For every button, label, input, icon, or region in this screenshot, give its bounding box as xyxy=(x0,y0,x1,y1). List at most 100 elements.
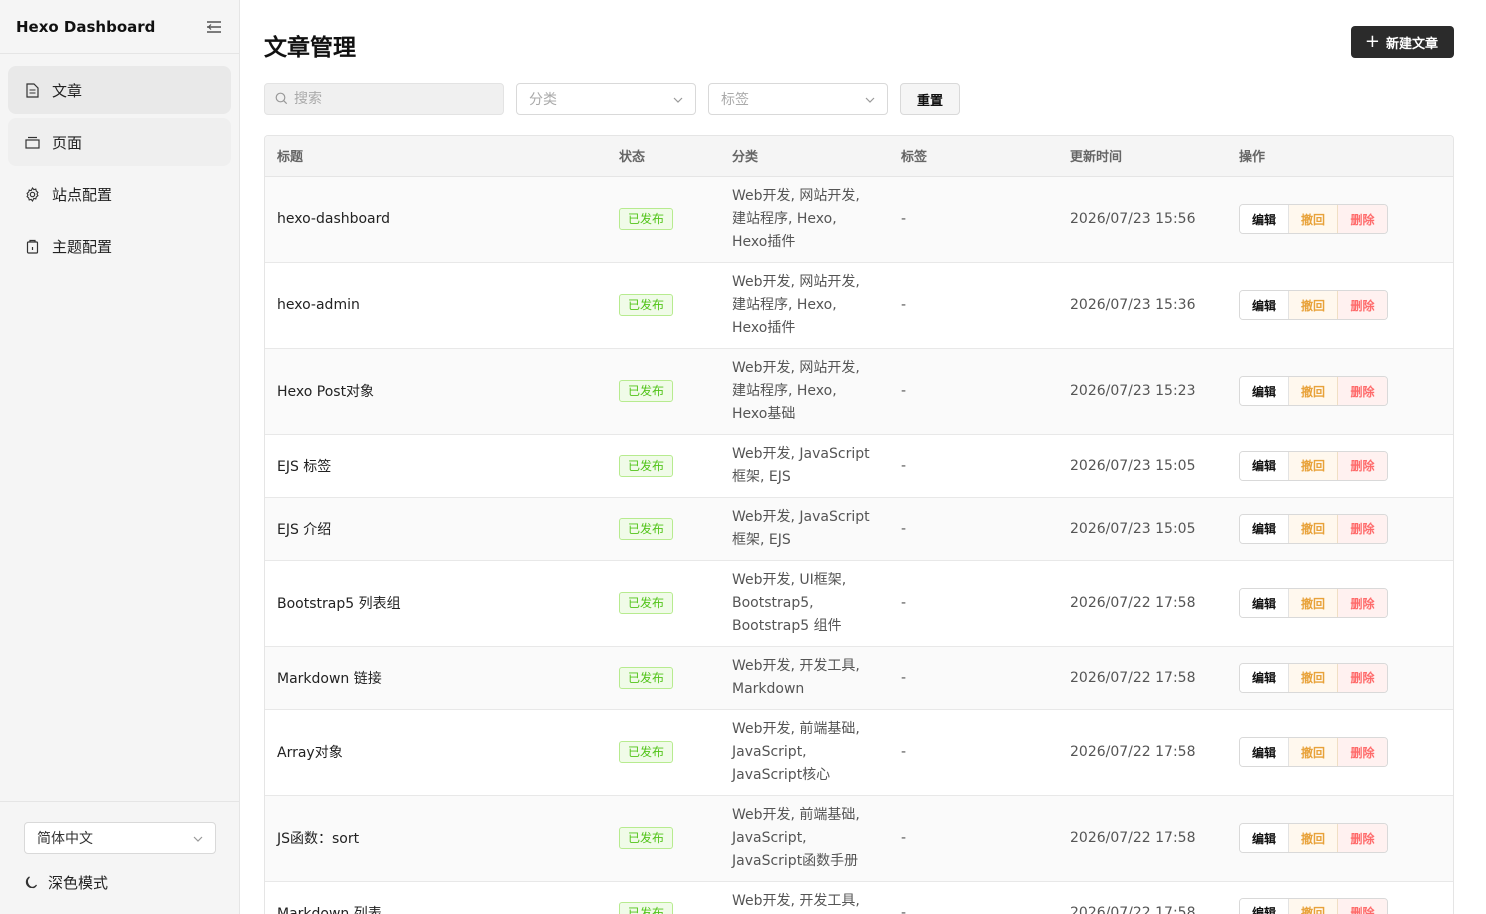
edit-button[interactable]: 编辑 xyxy=(1240,377,1289,405)
search-box xyxy=(264,83,504,115)
category-select[interactable]: 分类 xyxy=(516,83,696,115)
edit-button[interactable]: 编辑 xyxy=(1240,205,1289,233)
post-updated: 2026/07/22 17:58 xyxy=(1058,795,1227,882)
post-title: JS函数：sort xyxy=(265,795,607,882)
row-actions: 编辑 撤回 删除 xyxy=(1239,737,1388,767)
post-updated: 2026/07/22 17:58 xyxy=(1058,646,1227,710)
row-actions: 编辑 撤回 删除 xyxy=(1239,823,1388,853)
sidebar-item-posts[interactable]: 文章 xyxy=(8,66,231,114)
table-row[interactable]: Array对象 已发布 Web开发, 前端基础, JavaScript, JavaS… xyxy=(265,709,1453,796)
theme-icon xyxy=(24,238,40,254)
post-category: Web开发, 网站开发, 建站程序, Hexo, Hexo插件 xyxy=(720,262,889,349)
post-tags: - xyxy=(889,709,1058,796)
delete-button[interactable]: 删除 xyxy=(1338,205,1387,233)
table-row[interactable]: Hexo Post对象 已发布 Web开发, 网站开发, 建站程序, Hexo, H… xyxy=(265,348,1453,435)
sidebar-item-label: 站点配置 xyxy=(52,185,113,204)
post-title: hexo-dashboard xyxy=(265,176,607,263)
column-header-title: 标题 xyxy=(265,136,607,177)
revoke-button[interactable]: 撤回 xyxy=(1289,514,1338,543)
column-header-tags: 标签 xyxy=(889,136,1058,177)
revoke-button[interactable]: 撤回 xyxy=(1289,205,1338,233)
column-header-actions: 操作 xyxy=(1227,136,1453,177)
delete-button[interactable]: 删除 xyxy=(1338,451,1387,480)
new-post-button[interactable]: + 新建文章 xyxy=(1350,26,1454,58)
table-header-row: 标题 状态 分类 标签 更新时间 操作 xyxy=(265,136,1453,177)
edit-button[interactable]: 编辑 xyxy=(1240,589,1289,617)
row-actions: 编辑 撤回 删除 xyxy=(1239,376,1388,406)
edit-button[interactable]: 编辑 xyxy=(1240,738,1289,766)
menu-toggle-icon[interactable] xyxy=(205,18,223,36)
delete-button[interactable]: 删除 xyxy=(1338,738,1387,766)
edit-button[interactable]: 编辑 xyxy=(1240,824,1289,852)
tag-select[interactable]: 标签 xyxy=(708,83,888,115)
revoke-button[interactable]: 撤回 xyxy=(1289,589,1338,617)
reset-button[interactable]: 重置 xyxy=(900,83,960,115)
sidebar-item-label: 文章 xyxy=(52,81,83,100)
main-content: 文章管理 + 新建文章 分类 标签 重置 xyxy=(240,0,1486,914)
table-row[interactable]: JS函数：sort 已发布 Web开发, 前端基础, JavaScript, Jav… xyxy=(265,795,1453,882)
edit-button[interactable]: 编辑 xyxy=(1240,514,1289,543)
row-actions: 编辑 撤回 删除 xyxy=(1239,204,1388,234)
plus-icon: + xyxy=(1364,31,1380,52)
table-row[interactable]: hexo-dashboard 已发布 Web开发, 网站开发, 建站程序, Hexo… xyxy=(265,176,1453,263)
status-badge: 已发布 xyxy=(619,454,674,477)
scrollbar[interactable] xyxy=(1478,0,1486,914)
sidebar-header: Hexo Dashboard xyxy=(0,0,239,54)
table-row[interactable]: EJS 介绍 已发布 Web开发, JavaScript框架, EJS -2026/0… xyxy=(265,497,1453,561)
dark-mode-toggle[interactable]: 深色模式 xyxy=(24,872,215,893)
status-badge: 已发布 xyxy=(619,901,674,914)
revoke-button[interactable]: 撤回 xyxy=(1289,663,1338,692)
table-body: hexo-dashboard 已发布 Web开发, 网站开发, 建站程序, Hexo… xyxy=(265,176,1453,914)
language-select[interactable]: 简体中文 xyxy=(24,822,216,854)
sidebar-item-site-config[interactable]: 站点配置 xyxy=(8,170,231,218)
revoke-button[interactable]: 撤回 xyxy=(1289,824,1338,852)
category-placeholder: 分类 xyxy=(529,92,557,108)
post-category: Web开发, UI框架, Bootstrap5, Bootstrap5 组件 xyxy=(720,560,889,647)
table-row[interactable]: Markdown 列表已发布 Web开发, 开发工具, Markdown-2026… xyxy=(265,881,1453,914)
post-tags: - xyxy=(889,560,1058,647)
dark-mode-label: 深色模式 xyxy=(48,874,109,892)
post-title: hexo-admin xyxy=(265,262,607,349)
post-updated: 2026/07/22 17:58 xyxy=(1058,709,1227,796)
revoke-button[interactable]: 撤回 xyxy=(1289,291,1338,319)
revoke-button[interactable]: 撤回 xyxy=(1289,451,1338,480)
post-category: Web开发, 前端基础, JavaScript, JavaScript函数手册 xyxy=(720,795,889,882)
post-title: EJS 标签 xyxy=(265,434,607,498)
revoke-button[interactable]: 撤回 xyxy=(1289,898,1338,914)
table-row[interactable]: EJS 标签 已发布 Web开发, JavaScript框架, EJS -2026/0… xyxy=(265,434,1453,498)
delete-button[interactable]: 删除 xyxy=(1338,589,1387,617)
delete-button[interactable]: 删除 xyxy=(1338,377,1387,405)
edit-button[interactable]: 编辑 xyxy=(1240,451,1289,480)
table-row[interactable]: Bootstrap5 列表组 已发布 Web开发, UI框架, Bootstrap5… xyxy=(265,560,1453,647)
sidebar-item-label: 页面 xyxy=(52,133,83,152)
delete-button[interactable]: 删除 xyxy=(1338,514,1387,543)
chevron-down-icon xyxy=(865,91,875,107)
column-header-status: 状态 xyxy=(607,136,720,177)
delete-button[interactable]: 删除 xyxy=(1338,898,1387,914)
delete-button[interactable]: 删除 xyxy=(1338,824,1387,852)
status-badge: 已发布 xyxy=(619,208,674,230)
post-tags: - xyxy=(889,262,1058,349)
table-row[interactable]: Markdown 链接 已发布 Web开发, 开发工具, Markdown -2026… xyxy=(265,646,1453,710)
edit-button[interactable]: 编辑 xyxy=(1240,291,1289,319)
sidebar-item-theme-config[interactable]: 主题配置 xyxy=(8,222,231,270)
post-title: Markdown 列表 xyxy=(265,881,607,914)
edit-button[interactable]: 编辑 xyxy=(1240,898,1289,914)
moon-icon xyxy=(24,875,40,891)
search-input[interactable] xyxy=(294,91,484,107)
tag-placeholder: 标签 xyxy=(721,92,749,108)
search-icon xyxy=(275,90,288,109)
posts-table: 标题 状态 分类 标签 更新时间 操作 hexo-dashboard 已发布 Web… xyxy=(264,135,1454,914)
table-row[interactable]: hexo-admin 已发布 Web开发, 网站开发, 建站程序, Hexo, He… xyxy=(265,262,1453,349)
delete-button[interactable]: 删除 xyxy=(1338,291,1387,319)
revoke-button[interactable]: 撤回 xyxy=(1289,738,1338,766)
new-post-label: 新建文章 xyxy=(1385,36,1438,52)
language-value: 简体中文 xyxy=(37,831,93,847)
row-actions: 编辑 撤回 删除 xyxy=(1239,513,1388,544)
delete-button[interactable]: 删除 xyxy=(1338,663,1387,692)
revoke-button[interactable]: 撤回 xyxy=(1289,377,1338,405)
post-category: Web开发, 网站开发, 建站程序, Hexo, Hexo插件 xyxy=(720,176,889,263)
edit-button[interactable]: 编辑 xyxy=(1240,663,1289,692)
post-category: Web开发, 网站开发, 建站程序, Hexo, Hexo基础 xyxy=(720,348,889,435)
sidebar-item-pages[interactable]: 页面 xyxy=(8,118,231,166)
